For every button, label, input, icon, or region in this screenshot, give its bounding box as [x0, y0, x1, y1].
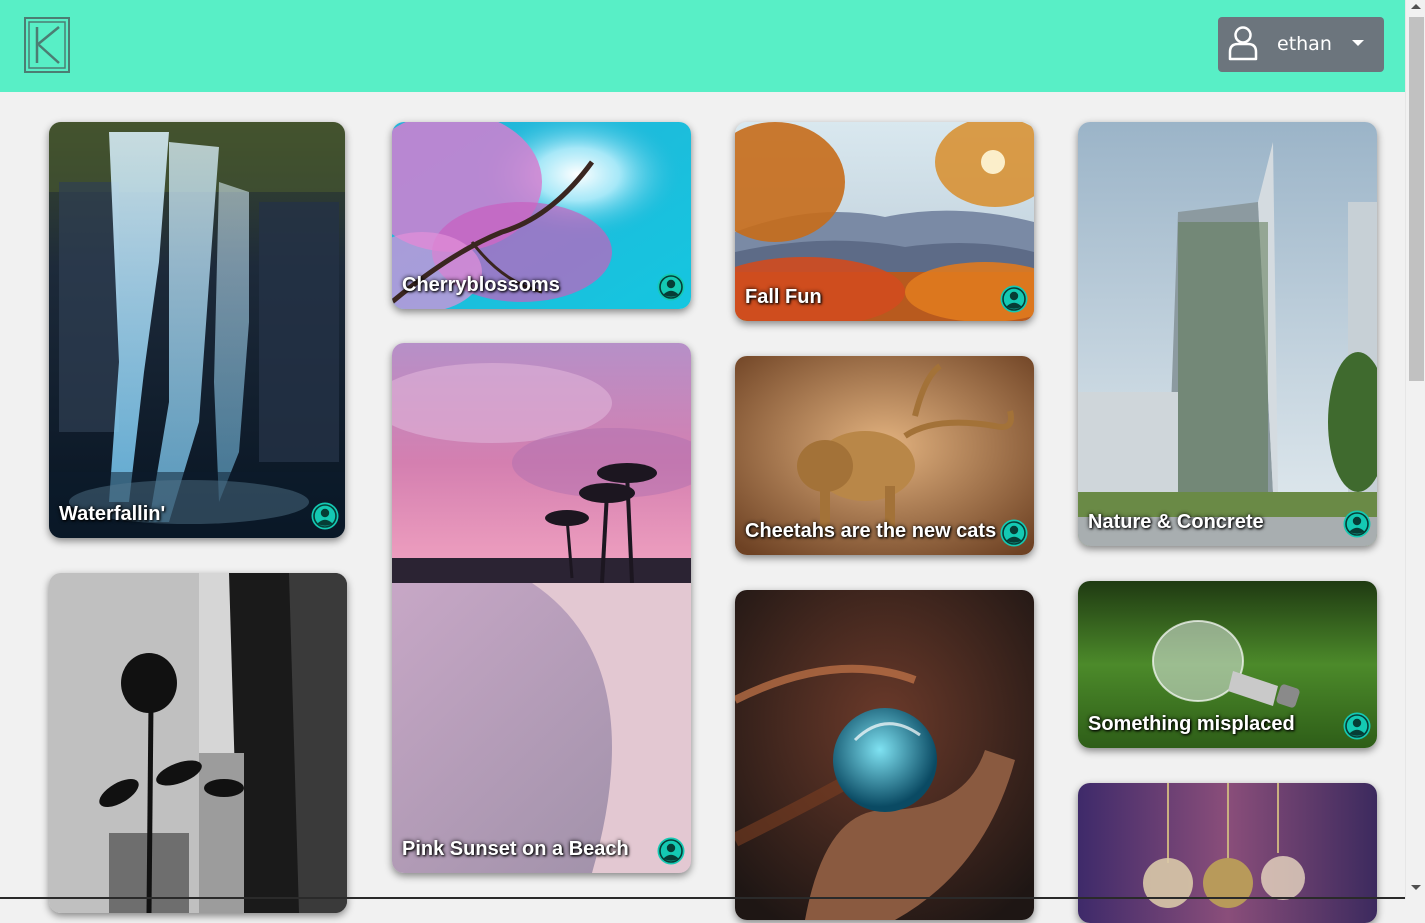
card-title: Nature & Concrete: [1088, 511, 1264, 533]
image-card-crystal-ball[interactable]: [735, 590, 1034, 920]
author-avatar-icon[interactable]: [1000, 519, 1028, 547]
scrollbar-thumb[interactable]: [1409, 17, 1424, 381]
card-image: [392, 343, 691, 873]
image-card-cheetahs[interactable]: Cheetahs are the new cats: [735, 356, 1034, 555]
scroll-down-arrow-icon[interactable]: [1411, 885, 1421, 890]
author-avatar-icon[interactable]: [1000, 285, 1028, 313]
author-avatar-icon[interactable]: [1343, 712, 1371, 740]
user-menu-dropdown[interactable]: ethan: [1218, 17, 1384, 72]
card-title: Waterfallin': [59, 503, 166, 525]
image-card-fall-fun[interactable]: Fall Fun: [735, 122, 1034, 321]
card-title: Fall Fun: [745, 286, 822, 308]
card-title: Something misplaced: [1088, 713, 1295, 735]
logo-icon[interactable]: [24, 17, 70, 73]
image-card-waterfallin[interactable]: Waterfallin': [49, 122, 345, 538]
author-avatar-icon[interactable]: [311, 502, 339, 530]
card-title: Cherryblossoms: [402, 274, 560, 296]
image-card-rose[interactable]: [49, 573, 347, 913]
scroll-up-arrow-icon[interactable]: [1411, 4, 1421, 9]
top-navbar: ethan: [0, 0, 1405, 92]
vertical-scrollbar[interactable]: [1405, 0, 1425, 899]
card-image: [1078, 783, 1377, 923]
image-card-pocket-watches[interactable]: [1078, 783, 1377, 923]
image-card-pink-sunset[interactable]: Pink Sunset on a Beach: [392, 343, 691, 873]
author-avatar-icon[interactable]: [657, 837, 685, 865]
image-card-nature-concrete[interactable]: Nature & Concrete: [1078, 122, 1377, 546]
card-image: [49, 573, 347, 913]
card-title: Pink Sunset on a Beach: [402, 838, 629, 860]
card-title: Cheetahs are the new cats: [745, 520, 997, 542]
author-avatar-icon[interactable]: [657, 273, 685, 301]
caret-down-icon: [1352, 40, 1364, 46]
card-image: [735, 590, 1034, 920]
user-icon: [1228, 26, 1258, 61]
author-avatar-icon[interactable]: [1343, 510, 1371, 538]
image-card-cherryblossoms[interactable]: Cherryblossoms: [392, 122, 691, 309]
username-label: ethan: [1277, 33, 1332, 55]
image-card-something-misplaced[interactable]: Something misplaced: [1078, 581, 1377, 748]
card-image: [1078, 122, 1377, 546]
card-image: [49, 122, 345, 538]
